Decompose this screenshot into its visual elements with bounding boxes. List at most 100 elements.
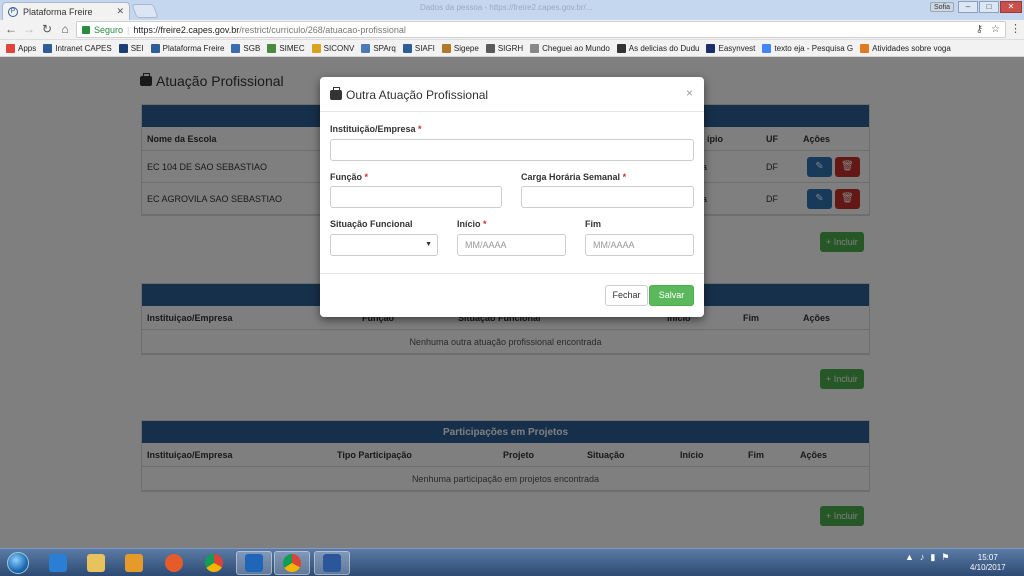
- bookmark-favicon-icon: [402, 43, 412, 53]
- bookmark-item[interactable]: Sigepe: [441, 43, 479, 53]
- bookmark-item[interactable]: Cheguei ao Mundo: [530, 43, 610, 53]
- maximize-button[interactable]: □: [979, 1, 999, 13]
- folder-icon: [87, 554, 105, 572]
- bookmark-favicon-icon: [150, 43, 160, 53]
- bookmark-item[interactable]: Apps: [6, 43, 36, 53]
- home-icon[interactable]: ⌂: [58, 22, 72, 36]
- funcao-label: Função *: [330, 172, 368, 182]
- carga-label-text: Carga Horária Semanal: [521, 172, 621, 182]
- bookmark-label: SPArq: [373, 43, 396, 53]
- taskbar-firefox[interactable]: [156, 551, 192, 575]
- tab-title: Plataforma Freire: [23, 6, 93, 17]
- media-player-icon: [125, 554, 143, 572]
- taskbar-clock[interactable]: 15:07 4/10/2017: [970, 553, 1006, 573]
- outlook-icon: [245, 554, 263, 572]
- url-path: /restrict/curriculo/268/atuacao-profissi…: [239, 24, 406, 35]
- windows-logo-icon: [7, 551, 29, 574]
- chrome-icon: [283, 554, 301, 572]
- modal-header: Outra Atuação Profissional ×: [320, 77, 704, 112]
- forward-arrow-icon[interactable]: →: [22, 22, 36, 36]
- close-window-button[interactable]: ✕: [1000, 1, 1022, 13]
- window-title: Dados da pessoa - https://freire2.capes.…: [420, 3, 593, 12]
- close-icon[interactable]: ×: [686, 86, 693, 100]
- bookmark-label: SIAFI: [414, 43, 435, 53]
- url-host: https://freire2.capes.gov.br: [133, 24, 240, 35]
- required-mark: *: [483, 219, 487, 229]
- caret-down-icon: ▼: [425, 241, 432, 248]
- fim-input[interactable]: MM/AAAA: [585, 234, 694, 256]
- bookmark-label: Easynvest: [718, 43, 756, 53]
- bookmark-item[interactable]: SIAFI: [402, 43, 435, 53]
- bookmark-favicon-icon: [118, 43, 128, 53]
- network-icon[interactable]: ▮: [930, 552, 935, 563]
- bookmark-item[interactable]: Atividades sobre voga: [860, 43, 951, 53]
- bookmark-item[interactable]: texto eja - Pesquisa G: [762, 43, 854, 53]
- bookmark-item[interactable]: SEI: [118, 43, 144, 53]
- bookmark-item[interactable]: Intranet CAPES: [43, 43, 112, 53]
- taskbar-word[interactable]: [314, 551, 350, 575]
- plataforma-freire-favicon-icon: P: [8, 6, 18, 17]
- carga-horaria-input[interactable]: [521, 186, 694, 208]
- required-mark: *: [622, 172, 627, 182]
- key-icon[interactable]: ⚷: [976, 24, 983, 35]
- bookmark-item[interactable]: SPArq: [361, 43, 396, 53]
- address-bar-icons: ⚷ ☆: [976, 24, 1000, 35]
- volume-icon[interactable]: ♪: [920, 552, 925, 563]
- bookmark-favicon-icon: [530, 43, 540, 53]
- taskbar-chrome[interactable]: [196, 551, 232, 575]
- action-center-icon[interactable]: ⚑: [941, 552, 949, 563]
- instituicao-input[interactable]: [330, 139, 694, 161]
- inicio-label: Início *: [457, 219, 487, 229]
- funcao-input[interactable]: [330, 186, 502, 208]
- situacao-select[interactable]: ▼: [330, 234, 438, 256]
- bookmark-favicon-icon: [267, 43, 277, 53]
- inicio-label-text: Início: [457, 219, 481, 229]
- back-arrow-icon[interactable]: ←: [4, 22, 18, 36]
- tray-expand-icon[interactable]: ▲: [905, 552, 914, 563]
- menu-dots-icon[interactable]: ⋮: [1010, 22, 1021, 35]
- bookmark-favicon-icon: [860, 43, 870, 53]
- bookmark-favicon-icon: [6, 43, 15, 53]
- new-tab-button[interactable]: [131, 4, 159, 18]
- reload-icon[interactable]: ↻: [40, 22, 54, 36]
- word-icon: [323, 554, 341, 572]
- taskbar-file-explorer[interactable]: [78, 551, 114, 575]
- salvar-button[interactable]: Salvar: [649, 285, 694, 306]
- fechar-button[interactable]: Fechar: [605, 285, 648, 306]
- address-bar[interactable]: Seguro | https://freire2.capes.gov.br /r…: [76, 21, 1006, 38]
- bookmark-item[interactable]: SIMEC: [267, 43, 305, 53]
- taskbar-outlook[interactable]: [236, 551, 272, 575]
- modal-title-text: Outra Atuação Profissional: [346, 88, 489, 102]
- bookmark-label: SIMEC: [279, 43, 305, 53]
- carga-label: Carga Horária Semanal *: [521, 172, 626, 182]
- chrome-icon: [205, 554, 223, 572]
- bookmark-item[interactable]: SGB: [231, 43, 260, 53]
- bookmark-label: SEI: [130, 43, 144, 53]
- minimize-button[interactable]: –: [958, 1, 978, 13]
- bookmark-item[interactable]: SICONV: [311, 43, 354, 53]
- clock-date: 4/10/2017: [970, 563, 1006, 572]
- bookmark-item[interactable]: Easynvest: [706, 43, 756, 53]
- bookmark-item[interactable]: As delicias do Dudu: [616, 43, 700, 53]
- taskbar-internet-explorer[interactable]: [40, 551, 76, 575]
- clock-time: 15:07: [977, 553, 998, 562]
- bookmark-label: Plataforma Freire: [162, 43, 225, 53]
- bookmark-item[interactable]: SIGRH: [485, 43, 523, 53]
- bookmark-label: texto eja - Pesquisa G: [774, 43, 854, 53]
- browser-tab[interactable]: P Plataforma Freire ✕: [2, 2, 130, 20]
- bookmark-item[interactable]: Plataforma Freire: [150, 43, 225, 53]
- bookmark-favicon-icon: [361, 43, 371, 53]
- bookmark-label: Intranet CAPES: [55, 43, 112, 53]
- taskbar-media-player[interactable]: [116, 551, 152, 575]
- start-button[interactable]: [2, 549, 34, 576]
- profile-button[interactable]: Sofia: [930, 2, 954, 12]
- bookmark-favicon-icon: [43, 43, 53, 53]
- bookmark-favicon-icon: [485, 43, 495, 53]
- tab-close-icon[interactable]: ✕: [116, 6, 124, 17]
- star-icon[interactable]: ☆: [991, 24, 1000, 35]
- situacao-label: Situação Funcional: [330, 219, 413, 229]
- taskbar-chrome-active[interactable]: [274, 551, 310, 575]
- required-mark: *: [418, 124, 422, 134]
- bookmark-label: As delicias do Dudu: [628, 43, 700, 53]
- inicio-input[interactable]: MM/AAAA: [457, 234, 566, 256]
